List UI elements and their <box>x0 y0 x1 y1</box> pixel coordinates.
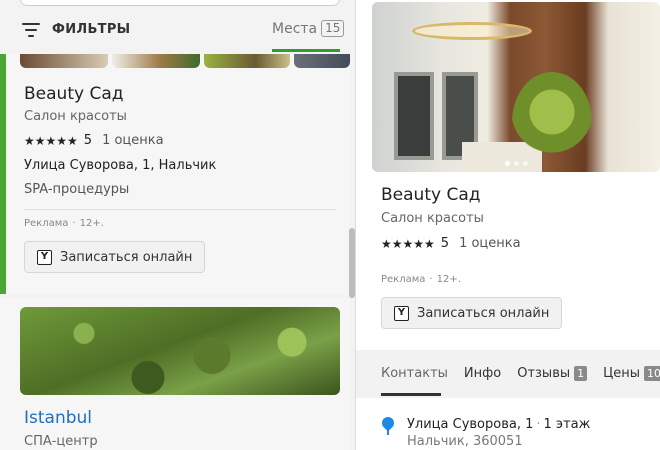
place-detail-panel: Beauty Сад Салон красоты ★★★★★ 5 1 оценк… <box>356 0 660 450</box>
card-title[interactable]: Istanbul <box>24 408 92 428</box>
filters-button[interactable]: ФИЛЬТРЫ <box>22 22 130 37</box>
search-field-edge[interactable] <box>20 0 340 6</box>
ad-text: Реклама <box>24 218 69 229</box>
filter-icon <box>22 22 40 37</box>
card-photo[interactable] <box>204 54 290 68</box>
reviews-count-badge: 1 <box>574 366 588 381</box>
photo-strip[interactable] <box>20 54 350 68</box>
filters-label: ФИЛЬТРЫ <box>52 22 131 37</box>
selected-card-accent <box>0 54 6 294</box>
detail-tabs: Контакты Инфо Отзывы 1 Цены 105 <box>381 366 660 381</box>
divider <box>24 209 336 210</box>
card-photo[interactable] <box>20 54 108 68</box>
place-rating: ★★★★★ 5 1 оценка <box>381 236 521 251</box>
address-floor: 1 этаж <box>543 417 591 432</box>
card-title[interactable]: Beauty Сад <box>24 84 124 104</box>
star-rating-icon: ★★★★★ <box>381 236 435 251</box>
place-category: Салон красоты <box>381 211 484 226</box>
tab-reviews[interactable]: Отзывы 1 <box>517 366 588 381</box>
card-category: Салон красоты <box>24 109 127 124</box>
tab-info[interactable]: Инфо <box>464 366 501 381</box>
prices-count-badge: 105 <box>644 366 660 381</box>
results-panel: ФИЛЬТРЫ Места 15 Beauty Сад Салон красот… <box>0 0 356 450</box>
tab-contacts[interactable]: Контакты <box>381 366 448 381</box>
card-service: SPA-процедуры <box>24 182 130 197</box>
star-rating-icon: ★★★★★ <box>24 133 78 148</box>
reviews-link[interactable]: 1 оценка <box>102 133 164 148</box>
rating-score: 5 <box>440 236 450 251</box>
address-block: Улица Суворова, 1 · 1 этаж Нальчик, 360051 <box>381 416 590 450</box>
photo-lamp <box>412 22 532 40</box>
book-online-button[interactable]: Y Записаться онлайн <box>24 241 206 273</box>
ad-label: Реклама · 12+. <box>24 218 104 229</box>
dot-separator: · <box>72 218 76 229</box>
tab-label: Отзывы <box>517 366 571 381</box>
address-street[interactable]: Улица Суворова, 1 <box>407 417 533 432</box>
tab-places-underline <box>272 49 340 52</box>
address-city: Нальчик, 360051 <box>407 434 523 449</box>
photo-plant <box>512 72 592 172</box>
tab-places[interactable]: Места 15 <box>272 20 345 37</box>
book-online-button[interactable]: Y Записаться онлайн <box>381 297 563 329</box>
tab-label: Цены <box>603 366 640 381</box>
ad-label: Реклама · 12+. <box>381 274 461 285</box>
yandex-logo-icon: Y <box>37 249 52 265</box>
dot-separator: · <box>536 417 541 432</box>
card-rating: ★★★★★ 5 1 оценка <box>24 133 164 148</box>
card-photo[interactable] <box>294 54 350 68</box>
rating-score: 5 <box>83 133 93 148</box>
dot-separator: · <box>429 274 433 285</box>
tab-places-label: Места <box>272 20 318 37</box>
yandex-logo-icon: Y <box>394 305 409 321</box>
photo-window <box>394 72 434 160</box>
age-rating: 12+. <box>79 218 104 229</box>
photo-pagination <box>372 161 660 166</box>
ad-text: Реклама <box>381 274 426 285</box>
place-title: Beauty Сад <box>381 185 481 205</box>
place-photo[interactable] <box>372 2 660 172</box>
address-lines: Улица Суворова, 1 · 1 этаж Нальчик, 360051 <box>407 416 590 450</box>
book-online-label: Записаться онлайн <box>417 305 550 321</box>
tab-label: Инфо <box>463 366 502 381</box>
tab-prices[interactable]: Цены 105 <box>603 366 660 381</box>
result-card-istanbul[interactable]: Istanbul СПА-центр <box>0 298 350 450</box>
tab-label: Контакты <box>381 366 448 381</box>
list-scrollbar[interactable] <box>349 228 355 298</box>
reviews-link[interactable]: 1 оценка <box>459 236 521 251</box>
tab-contacts-underline <box>381 393 441 396</box>
card-category: СПА-центр <box>24 434 98 449</box>
result-card-beauty-sad[interactable]: Beauty Сад Салон красоты ★★★★★ 5 1 оценк… <box>0 54 350 294</box>
location-pin-icon <box>381 417 395 435</box>
card-photo[interactable] <box>112 54 200 68</box>
places-count-badge: 15 <box>321 20 345 37</box>
age-rating: 12+. <box>436 274 461 285</box>
card-photo[interactable] <box>20 307 340 395</box>
card-address: Улица Суворова, 1, Нальчик <box>24 158 217 173</box>
book-online-label: Записаться онлайн <box>60 249 193 265</box>
